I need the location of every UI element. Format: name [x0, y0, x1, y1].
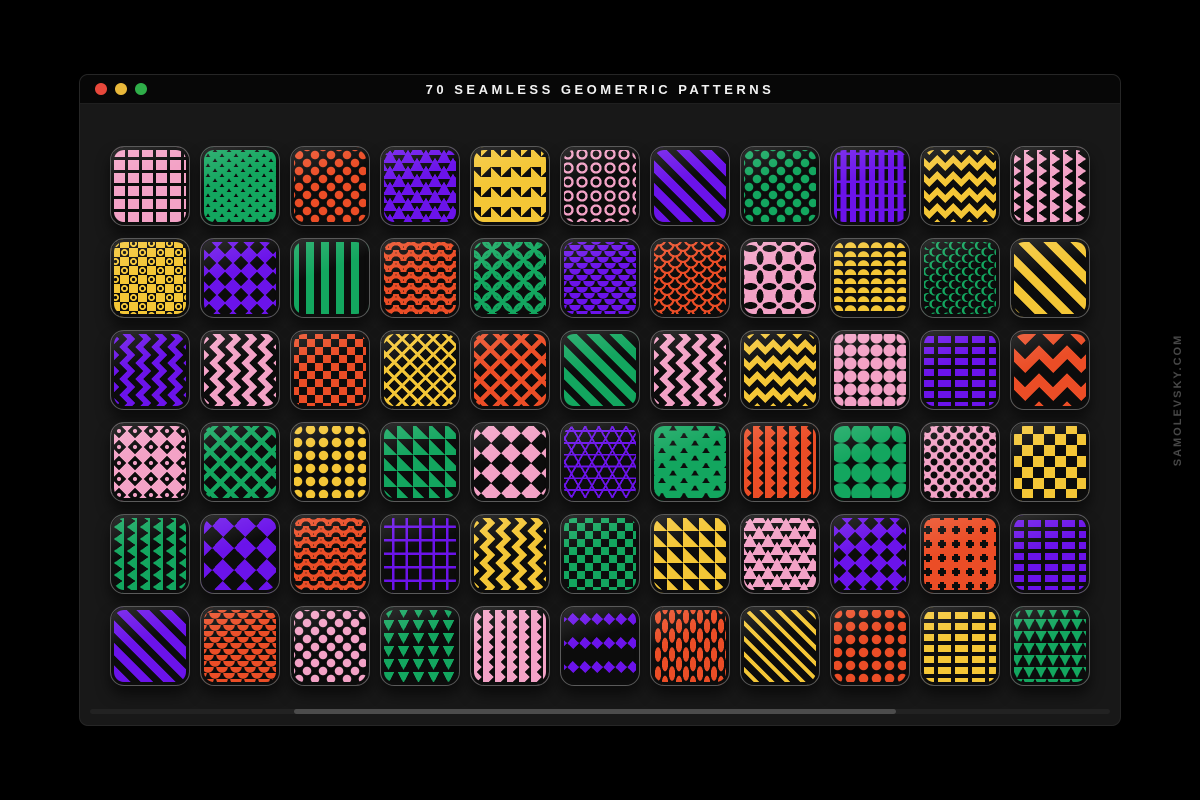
- pattern-swatch-19[interactable]: [740, 238, 820, 318]
- pattern-swatch-46[interactable]: [200, 514, 280, 594]
- pattern-swatch-37[interactable]: [380, 422, 460, 502]
- pattern-swatch-26[interactable]: [380, 330, 460, 410]
- pattern-swatch-17[interactable]: [560, 238, 640, 318]
- pattern-swatch-58[interactable]: [290, 606, 370, 686]
- window-title: 70 SEAMLESS GEOMETRIC PATTERNS: [80, 75, 1120, 103]
- pattern-swatch-45[interactable]: [110, 514, 190, 594]
- pattern-swatch-16[interactable]: [470, 238, 550, 318]
- pattern-swatch-14[interactable]: [290, 238, 370, 318]
- pattern-swatch-10[interactable]: [920, 146, 1000, 226]
- pattern-swatch-35[interactable]: [200, 422, 280, 502]
- scrollbar-thumb[interactable]: [294, 709, 896, 714]
- pattern-swatch-53[interactable]: [830, 514, 910, 594]
- pattern-swatch-9[interactable]: [830, 146, 910, 226]
- pattern-swatch-24[interactable]: [200, 330, 280, 410]
- pattern-swatch-33[interactable]: [1010, 330, 1090, 410]
- watermark-text: SAMOLEVSKY.COM: [1172, 334, 1184, 467]
- pattern-swatch-54[interactable]: [920, 514, 1000, 594]
- pattern-swatch-32[interactable]: [920, 330, 1000, 410]
- pattern-swatch-47[interactable]: [290, 514, 370, 594]
- pattern-swatch-38[interactable]: [470, 422, 550, 502]
- pattern-swatch-65[interactable]: [920, 606, 1000, 686]
- pattern-swatch-39[interactable]: [560, 422, 640, 502]
- pattern-swatch-57[interactable]: [200, 606, 280, 686]
- pattern-swatch-64[interactable]: [830, 606, 910, 686]
- pattern-swatch-31[interactable]: [830, 330, 910, 410]
- pattern-swatch-11[interactable]: [1010, 146, 1090, 226]
- pattern-swatch-18[interactable]: [650, 238, 730, 318]
- pattern-swatch-55[interactable]: [1010, 514, 1090, 594]
- pattern-swatch-5[interactable]: [470, 146, 550, 226]
- pattern-swatch-20[interactable]: [830, 238, 910, 318]
- pattern-swatch-13[interactable]: [200, 238, 280, 318]
- pattern-swatch-30[interactable]: [740, 330, 820, 410]
- pattern-swatch-42[interactable]: [830, 422, 910, 502]
- pattern-swatch-62[interactable]: [650, 606, 730, 686]
- pattern-swatch-48[interactable]: [380, 514, 460, 594]
- pattern-swatch-56[interactable]: [110, 606, 190, 686]
- pattern-swatch-40[interactable]: [650, 422, 730, 502]
- pattern-swatch-34[interactable]: [110, 422, 190, 502]
- pattern-swatch-7[interactable]: [650, 146, 730, 226]
- pattern-swatch-60[interactable]: [470, 606, 550, 686]
- pattern-swatch-63[interactable]: [740, 606, 820, 686]
- pattern-swatch-4[interactable]: [380, 146, 460, 226]
- pattern-swatch-25[interactable]: [290, 330, 370, 410]
- pattern-swatch-50[interactable]: [560, 514, 640, 594]
- pattern-swatch-3[interactable]: [290, 146, 370, 226]
- pattern-swatch-2[interactable]: [200, 146, 280, 226]
- pattern-swatch-41[interactable]: [740, 422, 820, 502]
- horizontal-scrollbar[interactable]: [90, 709, 1110, 714]
- pattern-swatch-43[interactable]: [920, 422, 1000, 502]
- pattern-swatch-6[interactable]: [560, 146, 640, 226]
- pattern-swatch-29[interactable]: [650, 330, 730, 410]
- pattern-swatch-22[interactable]: [1010, 238, 1090, 318]
- pattern-swatch-1[interactable]: [110, 146, 190, 226]
- pattern-swatch-28[interactable]: [560, 330, 640, 410]
- pattern-swatch-52[interactable]: [740, 514, 820, 594]
- pattern-grid: [80, 104, 1120, 686]
- pattern-swatch-23[interactable]: [110, 330, 190, 410]
- pattern-swatch-59[interactable]: [380, 606, 460, 686]
- pattern-swatch-49[interactable]: [470, 514, 550, 594]
- pattern-swatch-21[interactable]: [920, 238, 1000, 318]
- title-bar[interactable]: 70 SEAMLESS GEOMETRIC PATTERNS: [80, 75, 1120, 104]
- pattern-swatch-66[interactable]: [1010, 606, 1090, 686]
- pattern-swatch-8[interactable]: [740, 146, 820, 226]
- pattern-swatch-51[interactable]: [650, 514, 730, 594]
- patterns-window: 70 SEAMLESS GEOMETRIC PATTERNS: [80, 75, 1120, 725]
- pattern-swatch-12[interactable]: [110, 238, 190, 318]
- pattern-swatch-15[interactable]: [380, 238, 460, 318]
- pattern-swatch-61[interactable]: [560, 606, 640, 686]
- pattern-swatch-36[interactable]: [290, 422, 370, 502]
- pattern-swatch-44[interactable]: [1010, 422, 1090, 502]
- pattern-swatch-27[interactable]: [470, 330, 550, 410]
